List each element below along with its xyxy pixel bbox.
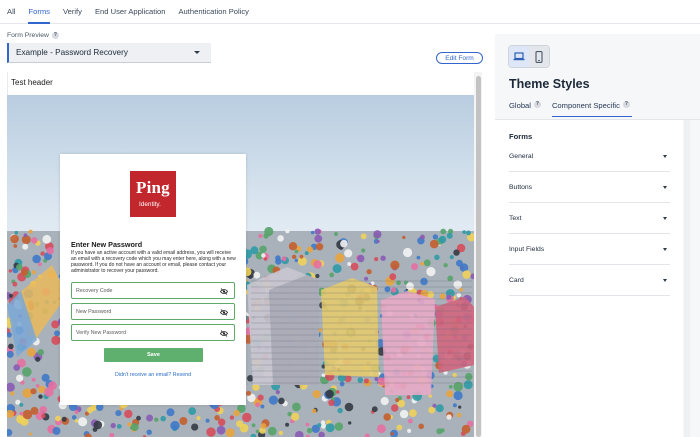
section-buttons-label: Buttons bbox=[509, 183, 533, 191]
help-icon[interactable]: ? bbox=[533, 101, 541, 108]
verify-new-password-field[interactable]: Verify New Password bbox=[71, 324, 235, 341]
chevron-down-icon bbox=[663, 154, 667, 158]
phone-icon bbox=[535, 50, 543, 63]
password-recovery-card: Ping Identity. Enter New Password If you… bbox=[60, 154, 246, 405]
section-general[interactable]: General bbox=[509, 141, 670, 172]
eye-off-icon[interactable] bbox=[220, 308, 228, 316]
section-input-fields-label: Input Fields bbox=[509, 245, 545, 253]
tab-global[interactable]: Global ? bbox=[509, 101, 541, 117]
theme-styles-title: Theme Styles bbox=[509, 77, 590, 91]
tab-component-specific-label: Component Specific bbox=[551, 101, 620, 110]
desktop-view-button[interactable] bbox=[509, 46, 529, 67]
section-card[interactable]: Card bbox=[509, 265, 670, 296]
tab-verify[interactable]: Verify bbox=[63, 0, 82, 24]
tab-authentication-policy[interactable]: Authentication Policy bbox=[178, 0, 249, 24]
chevron-down-icon bbox=[194, 51, 200, 54]
chevron-down-icon bbox=[663, 278, 667, 282]
mobile-view-button[interactable] bbox=[529, 46, 549, 67]
form-preview-select-value: Example - Password Recovery bbox=[16, 48, 128, 57]
form-preview-select[interactable]: Example - Password Recovery bbox=[7, 43, 211, 63]
settings-scrollbar[interactable] bbox=[684, 120, 690, 437]
recovery-code-placeholder: Recovery Code bbox=[76, 287, 113, 294]
chevron-down-icon bbox=[663, 216, 667, 220]
help-icon[interactable]: ? bbox=[622, 101, 630, 108]
recovery-code-field[interactable]: Recovery Code bbox=[71, 282, 235, 299]
ping-identity-logo: Ping Identity. bbox=[130, 171, 176, 217]
save-button[interactable]: Save bbox=[104, 348, 203, 362]
section-text-label: Text bbox=[509, 214, 522, 222]
section-input-fields[interactable]: Input Fields bbox=[509, 234, 670, 265]
chevron-down-icon bbox=[663, 185, 667, 189]
preview-scrollbar-thumb[interactable] bbox=[475, 76, 481, 437]
new-password-field[interactable]: New Password bbox=[71, 303, 235, 320]
section-general-label: General bbox=[509, 152, 534, 160]
new-password-placeholder: New Password bbox=[76, 308, 112, 315]
tab-all[interactable]: All bbox=[7, 0, 15, 24]
form-preview-label-text: Form Preview bbox=[7, 32, 49, 39]
edit-form-button[interactable]: Edit Form bbox=[436, 52, 483, 64]
eye-off-icon[interactable] bbox=[220, 287, 228, 295]
theme-tabs: Global ? Component Specific ? bbox=[509, 101, 632, 117]
tab-component-specific[interactable]: Component Specific ? bbox=[551, 101, 632, 117]
laptop-icon bbox=[513, 52, 525, 61]
tab-global-label: Global bbox=[509, 101, 531, 110]
resend-email-link[interactable]: Didn't receive an email? Resend bbox=[60, 372, 246, 378]
chevron-down-icon bbox=[663, 247, 667, 251]
logo-subtext: Identity. bbox=[139, 201, 161, 208]
tab-end-user-application[interactable]: End User Application bbox=[95, 0, 166, 24]
tab-forms[interactable]: Forms bbox=[28, 0, 50, 24]
section-buttons[interactable]: Buttons bbox=[509, 172, 670, 203]
help-icon[interactable]: ? bbox=[51, 32, 59, 39]
logo-wordmark: Ping bbox=[136, 178, 170, 197]
verify-new-password-placeholder: Verify New Password bbox=[76, 329, 127, 336]
form-preview-label: Form Preview ? bbox=[7, 32, 59, 39]
card-title: Enter New Password bbox=[71, 240, 143, 249]
top-tab-bar: All Forms Verify End User Application Au… bbox=[0, 0, 700, 24]
forms-section-heading: Forms bbox=[509, 132, 533, 141]
device-toggle bbox=[508, 45, 550, 68]
preview-header-text: Test header bbox=[11, 78, 53, 87]
section-text[interactable]: Text bbox=[509, 203, 670, 234]
theme-styles-panel: Theme Styles Global ? Component Specific… bbox=[495, 34, 700, 437]
section-card-label: Card bbox=[509, 276, 524, 284]
card-description: If you have an active account with a val… bbox=[71, 250, 236, 275]
eye-off-icon[interactable] bbox=[220, 329, 228, 337]
